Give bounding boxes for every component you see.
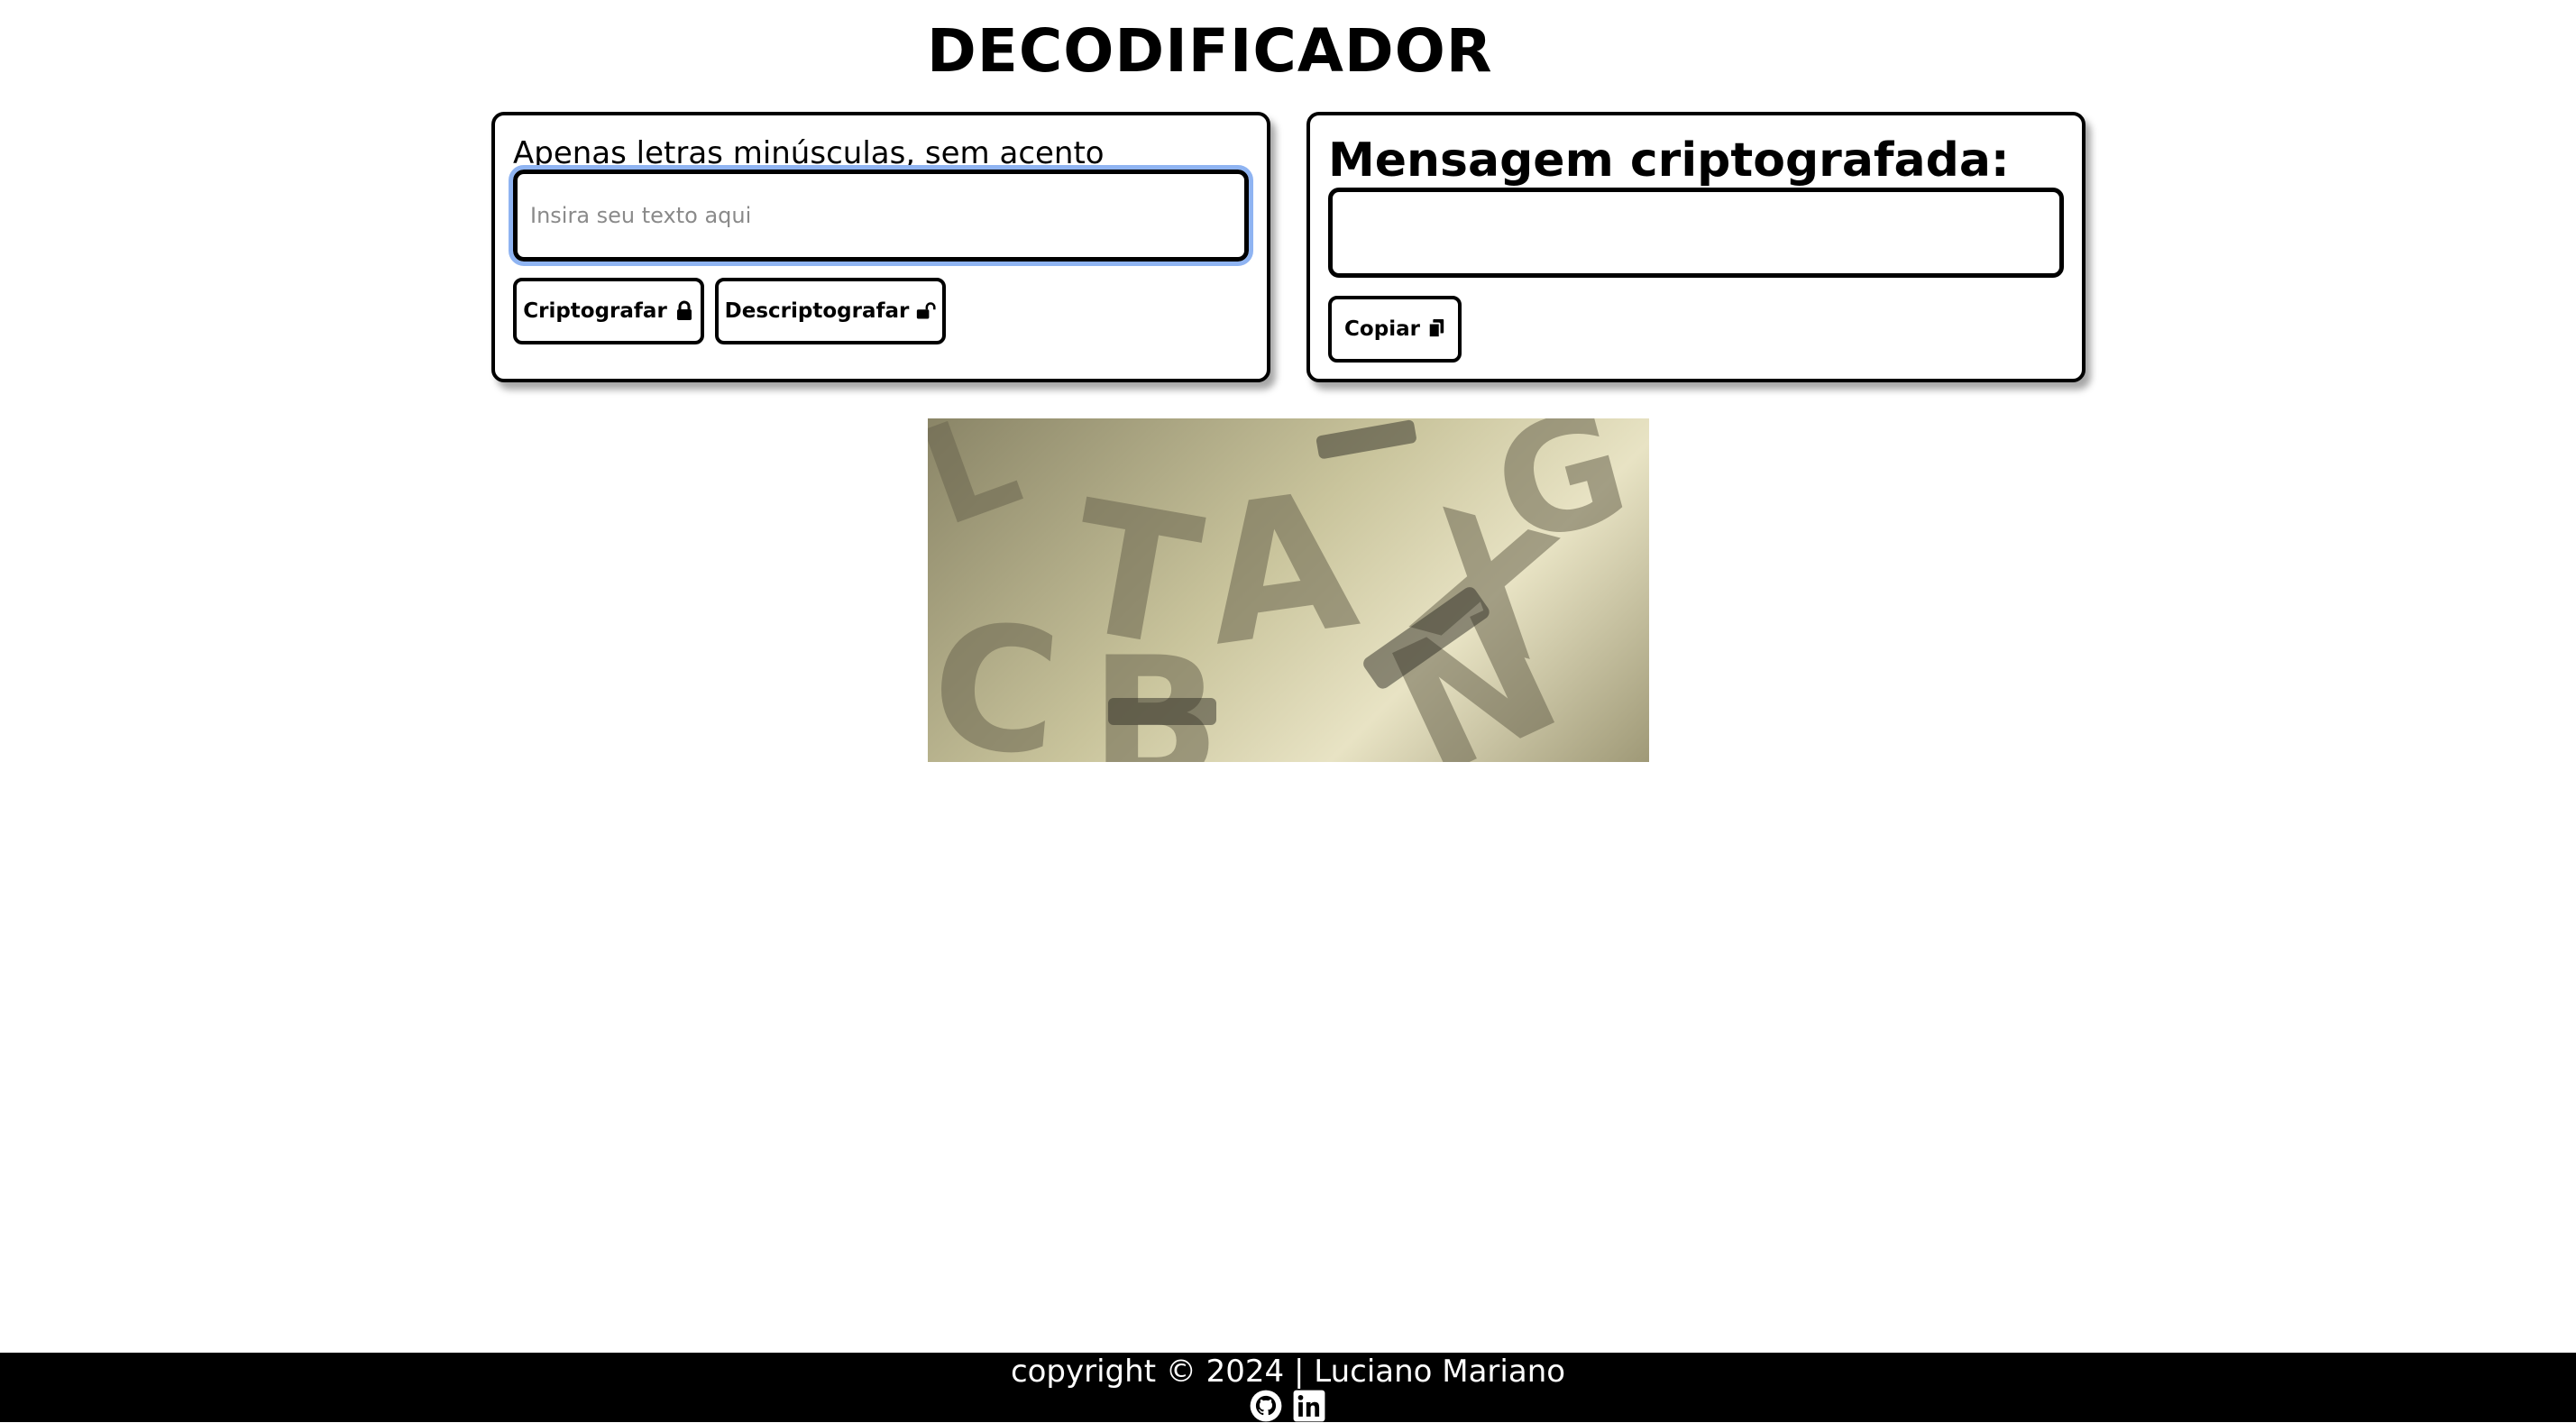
svg-text:B: B	[1090, 620, 1221, 762]
output-title: Mensagem criptografada:	[1328, 133, 2010, 188]
lock-icon	[674, 300, 694, 322]
copy-icon	[1427, 318, 1445, 340]
output-textarea[interactable]	[1328, 188, 2064, 278]
svg-text:C: C	[928, 585, 1067, 762]
text-input[interactable]	[509, 165, 1253, 266]
github-icon[interactable]	[1249, 1389, 1283, 1423]
social-links	[1249, 1389, 1326, 1423]
encrypt-button-label: Criptografar	[523, 299, 667, 323]
page-title: DECODIFICADOR	[927, 16, 1493, 86]
unlock-icon	[916, 300, 936, 322]
decrypt-button[interactable]: Descriptografar	[715, 278, 946, 344]
linkedin-icon[interactable]	[1292, 1389, 1326, 1423]
copy-button-label: Copiar	[1344, 317, 1420, 341]
copyright-text: copyright © 2024 | Luciano Mariano	[1010, 1354, 1566, 1390]
output-panel: Mensagem criptografada: Copiar	[1306, 112, 2086, 382]
input-hint: Apenas letras minúsculas, sem acento	[513, 135, 1105, 171]
copy-button[interactable]: Copiar	[1328, 296, 1462, 363]
input-panel: Apenas letras minúsculas, sem acento Cri…	[491, 112, 1270, 382]
svg-text:L: L	[928, 418, 1038, 557]
footer: copyright © 2024 | Luciano Mariano	[0, 1353, 2576, 1422]
encrypt-button[interactable]: Criptografar	[513, 278, 704, 344]
decrypt-button-label: Descriptografar	[724, 299, 910, 323]
wooden-letters-image: L T A X G C B N	[928, 418, 1649, 762]
